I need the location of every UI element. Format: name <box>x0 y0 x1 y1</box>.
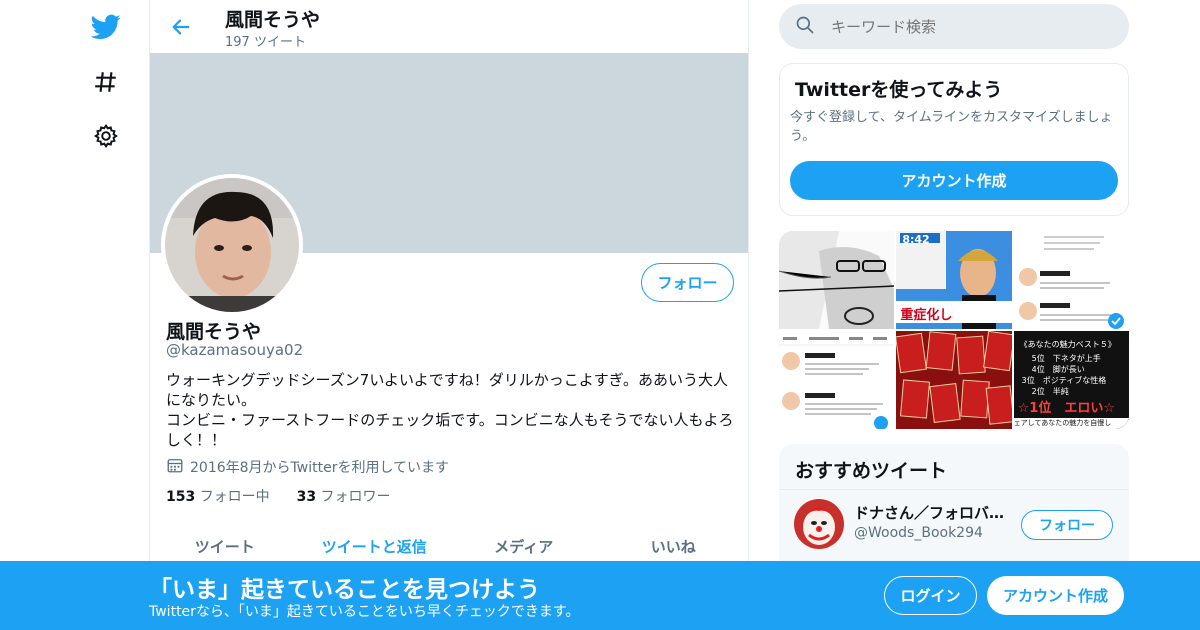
ranking-3: 3位 ポジティブな性格 <box>1021 376 1107 385</box>
calendar-icon <box>166 456 184 478</box>
followers-link[interactable]: 33 フォロワー <box>297 489 391 505</box>
bottom-bar-title: 「いま」起きていることを見つけよう <box>149 577 540 603</box>
signup-card-title: Twitterを使ってみよう <box>795 79 1003 101</box>
following-label: フォロー中 <box>199 489 270 505</box>
tab-likes[interactable]: いいね <box>599 528 749 564</box>
media-tile[interactable]: 8:42 重症化し <box>896 231 1012 329</box>
search-icon <box>795 15 815 39</box>
recommended-user[interactable]: ドナさん／フォロバ100… @Woods_Book294 フォロー <box>779 489 1129 559</box>
tab-tweets-and-replies[interactable]: ツイートと返信 <box>300 528 450 564</box>
ranking-5: 5位 下ネタが上手 <box>1031 354 1101 363</box>
ranking-title: 《あなたの魅力ベスト５》 <box>1019 340 1116 349</box>
twitter-logo-icon[interactable] <box>78 4 134 50</box>
search-box <box>779 4 1129 49</box>
bottom-bar-subtitle: Twitterなら、「いま」起きていることをいち早くチェックできます。 <box>149 604 580 620</box>
recommended-follow-button[interactable]: フォロー <box>1021 510 1113 540</box>
media-grid: 8:42 重症化し 《あなたの魅力ベスト５》 5位 下ネタが上手 4位 脚が長い… <box>779 231 1129 429</box>
recommended-user-name: ドナさん／フォロバ100… <box>854 504 1014 522</box>
profile-avatar[interactable] <box>161 174 303 316</box>
tab-media[interactable]: メディア <box>449 528 599 564</box>
media-tile[interactable] <box>779 231 895 329</box>
profile-column: 風間そうや 197 ツイート フォロー 風間そうや @kazamasouya02… <box>149 0 749 630</box>
profile-handle[interactable]: @kazamasouya02 <box>166 341 303 359</box>
ranking-4: 4位 脚が長い <box>1031 365 1085 374</box>
tv-clock: 8:42 <box>902 233 930 246</box>
header-tweet-count: 197 ツイート <box>225 35 306 50</box>
follow-button[interactable]: フォロー <box>641 263 734 302</box>
profile-tabs: ツイート ツイートと返信 メディア いいね <box>150 528 748 564</box>
tv-caption: 重症化し <box>900 308 953 323</box>
following-count: 153 <box>166 489 196 505</box>
header-name: 風間そうや <box>225 9 321 31</box>
tab-tweets[interactable]: ツイート <box>150 528 300 564</box>
followers-label: フォロワー <box>320 489 391 505</box>
joined-date: 2016年8月からTwitterを利用しています <box>166 456 449 478</box>
following-link[interactable]: 153 フォロー中 <box>166 489 270 505</box>
ranking-1: ☆1位 エロい☆ <box>1017 401 1116 416</box>
follow-stats: 153 フォロー中 33 フォロワー <box>166 486 391 506</box>
media-tile[interactable] <box>896 331 1012 429</box>
recommended-title: おすすめツイート <box>795 460 948 482</box>
create-account-button[interactable]: アカウント作成 <box>790 161 1118 200</box>
bottom-signup-bar: 「いま」起きていることを見つけよう Twitterなら、「いま」起きていることを… <box>0 561 1200 630</box>
recommended-user-avatar[interactable] <box>794 499 844 549</box>
profile-header: 風間そうや 197 ツイート <box>150 0 748 53</box>
profile-name: 風間そうや <box>166 321 262 343</box>
profile-bio: ウォーキングデッドシーズン7いよいよですね！ダリルかっこよすぎ。ああいう大人にな… <box>166 371 734 449</box>
settings-gear-icon[interactable] <box>78 113 134 159</box>
login-button[interactable]: ログイン <box>884 576 977 615</box>
ranking-card: 《あなたの魅力ベスト５》 5位 下ネタが上手 4位 脚が長い 3位 ポジティブな… <box>1013 331 1129 429</box>
ranking-footer: ェアしてあなたの魅力を自慢し <box>1013 418 1129 429</box>
signup-card: Twitterを使ってみよう 今すぐ登録して、タイムラインをカスタマイズしましょ… <box>779 63 1129 216</box>
media-tile[interactable]: 《あなたの魅力ベスト５》 5位 下ネタが上手 4位 脚が長い 3位 ポジティブな… <box>1013 331 1129 429</box>
bottom-create-account-button[interactable]: アカウント作成 <box>987 576 1124 615</box>
media-tile[interactable] <box>779 331 895 429</box>
media-tile[interactable] <box>1013 231 1129 329</box>
explore-hashtag-icon[interactable] <box>78 59 134 105</box>
search-input[interactable] <box>831 17 1111 36</box>
signup-card-text: 今すぐ登録して、タイムラインをカスタマイズしましょう。 <box>790 110 1113 144</box>
followers-count: 33 <box>296 489 317 505</box>
joined-text: 2016年8月からTwitterを利用しています <box>190 460 450 476</box>
recommended-user-handle: @Woods_Book294 <box>854 525 983 541</box>
ranking-2: 2位 半純 <box>1031 387 1069 396</box>
back-arrow-icon[interactable] <box>166 12 196 42</box>
